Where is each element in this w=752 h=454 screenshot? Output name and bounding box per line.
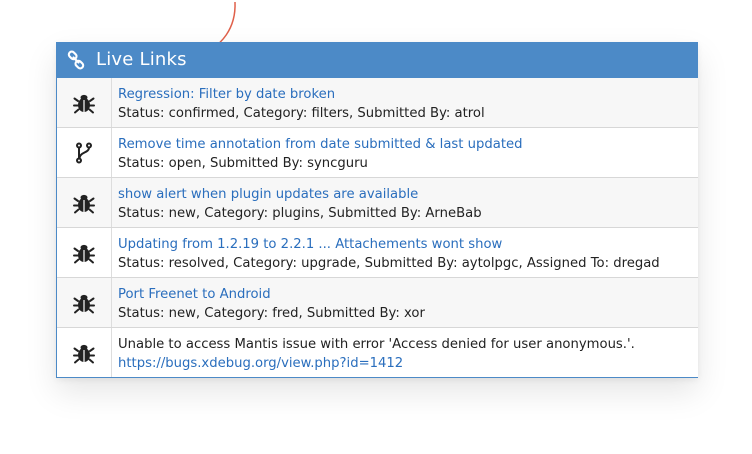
issue-link[interactable]: show alert when plugin updates are avail… — [118, 185, 482, 204]
list-item: Regression: Filter by date broken Status… — [57, 78, 698, 128]
live-links-panel: Live Links Regression: Filter by date br… — [56, 42, 698, 378]
error-message: Unable to access Mantis issue with error… — [118, 337, 635, 352]
issue-link[interactable]: Updating from 1.2.19 to 2.2.1 ... Attach… — [118, 235, 660, 254]
issue-link[interactable]: Regression: Filter by date broken — [118, 85, 485, 104]
bug-icon — [73, 194, 95, 213]
panel-title: Live Links — [96, 49, 187, 70]
bug-icon — [73, 294, 95, 313]
issue-status: Status: resolved, Category: upgrade, Sub… — [118, 256, 660, 271]
bug-icon — [73, 344, 95, 363]
list-item: Remove time annotation from date submitt… — [57, 128, 698, 178]
list-item: Unable to access Mantis issue with error… — [57, 328, 698, 378]
issue-link[interactable]: Port Freenet to Android — [118, 285, 425, 304]
list-item: Port Freenet to Android Status: new, Cat… — [57, 278, 698, 328]
live-links-list: Regression: Filter by date broken Status… — [56, 78, 698, 378]
issue-status: Status: new, Category: fred, Submitted B… — [118, 306, 425, 321]
issue-status: Status: new, Category: plugins, Submitte… — [118, 206, 482, 221]
link-icon — [66, 50, 86, 70]
git-branch-icon — [76, 142, 92, 163]
bug-icon — [73, 94, 95, 113]
issue-url-link[interactable]: https://bugs.xdebug.org/view.php?id=1412 — [118, 354, 635, 373]
list-item: show alert when plugin updates are avail… — [57, 178, 698, 228]
issue-status: Status: open, Submitted By: syncguru — [118, 156, 368, 171]
panel-header: Live Links — [56, 42, 698, 78]
issue-status: Status: confirmed, Category: filters, Su… — [118, 106, 485, 121]
issue-link[interactable]: Remove time annotation from date submitt… — [118, 135, 523, 154]
list-item: Updating from 1.2.19 to 2.2.1 ... Attach… — [57, 228, 698, 278]
bug-icon — [73, 244, 95, 263]
